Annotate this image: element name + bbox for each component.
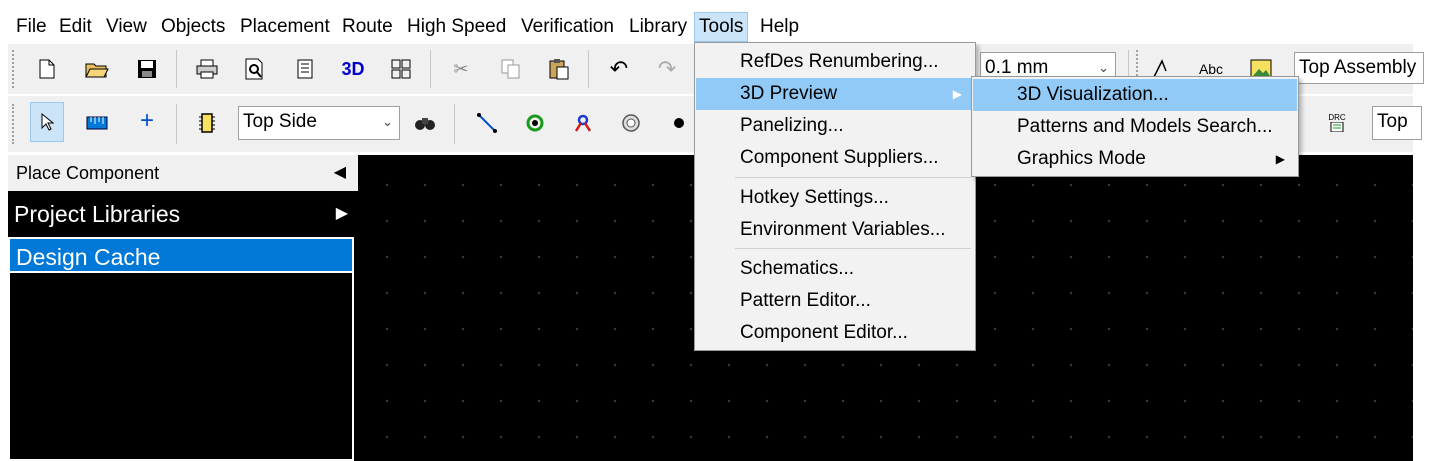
menu-item-graphics-mode[interactable]: Graphics Mode ▶ xyxy=(973,143,1297,175)
menu-tools[interactable]: Tools xyxy=(694,12,749,42)
toolbar-grip[interactable] xyxy=(12,50,15,88)
menu-file[interactable]: File xyxy=(12,12,51,42)
ruler-icon[interactable] xyxy=(82,108,112,138)
menu-edit[interactable]: Edit xyxy=(55,12,96,42)
toolbar-separator xyxy=(454,104,455,144)
menu-help[interactable]: Help xyxy=(756,12,803,42)
pad-icon[interactable] xyxy=(616,108,646,138)
menu-item-refdes-renumbering[interactable]: RefDes Renumbering... xyxy=(696,46,974,78)
component-icon[interactable] xyxy=(192,108,222,138)
toolbar-separator xyxy=(176,50,177,88)
grid-view-icon[interactable] xyxy=(386,54,416,84)
submenu-arrow-icon: ▶ xyxy=(1275,152,1285,166)
layer-value: Top xyxy=(1377,111,1408,132)
collapse-left-icon[interactable]: ◀ xyxy=(334,155,346,191)
library-list-area xyxy=(8,273,354,461)
menu-item-patterns-models-search[interactable]: Patterns and Models Search... xyxy=(973,111,1297,143)
drc-icon[interactable]: DRC xyxy=(1322,108,1352,138)
3d-preview-submenu: 3D Visualization... Patterns and Models … xyxy=(971,76,1299,177)
paste-icon[interactable] xyxy=(544,54,574,84)
board-side-value: Top Side xyxy=(243,111,317,132)
project-libraries-row[interactable]: Project Libraries ▶ xyxy=(8,195,354,233)
undo-icon[interactable]: ↶ xyxy=(604,54,634,84)
via-icon[interactable] xyxy=(520,108,550,138)
submenu-arrow-icon: ▶ xyxy=(952,87,962,101)
select-arrow-icon[interactable] xyxy=(30,102,64,142)
board-side-combo[interactable]: Top Side ⌄ xyxy=(238,106,400,140)
menu-item-3d-preview[interactable]: 3D Preview ▶ xyxy=(696,78,974,110)
menu-library[interactable]: Library xyxy=(625,12,691,42)
report-icon[interactable] xyxy=(290,54,320,84)
place-component-panel: Place Component ◀ Project Libraries ▶ De… xyxy=(8,155,358,461)
3d-view-icon[interactable]: 3D xyxy=(338,54,368,84)
menu-item-panelizing[interactable]: Panelizing... xyxy=(696,110,974,142)
menu-item-schematics[interactable]: Schematics... xyxy=(696,253,974,285)
layer-combo[interactable]: Top xyxy=(1372,106,1422,140)
toolbar-separator xyxy=(588,50,589,88)
assembly-combo[interactable]: Top Assembly xyxy=(1294,52,1424,84)
find-icon[interactable] xyxy=(410,108,440,138)
menu-separator xyxy=(735,248,971,249)
menu-separator xyxy=(735,177,971,178)
menu-item-environment-variables[interactable]: Environment Variables... xyxy=(696,214,974,246)
cut-icon[interactable]: ✂ xyxy=(446,54,476,84)
grid-size-value: 0.1 mm xyxy=(985,57,1049,78)
redo-icon[interactable]: ↷ xyxy=(652,54,682,84)
toolbar-separator xyxy=(430,50,431,88)
menu-placement[interactable]: Placement xyxy=(236,12,334,42)
project-libraries-label: Project Libraries xyxy=(14,201,181,227)
design-cache-label: Design Cache xyxy=(16,244,161,270)
route-tool-icon[interactable] xyxy=(568,108,598,138)
panel-header: Place Component ◀ xyxy=(8,155,358,191)
menu-item-hotkey-settings[interactable]: Hotkey Settings... xyxy=(696,182,974,214)
expand-right-icon: ▶ xyxy=(335,205,348,222)
menu-item-3d-visualization[interactable]: 3D Visualization... xyxy=(973,79,1297,111)
menu-item-graphics-mode-label: Graphics Mode xyxy=(1017,148,1146,169)
menu-bar: File Edit View Objects Placement Route H… xyxy=(0,12,1432,42)
drc-icon-label: DRC xyxy=(1328,113,1346,122)
print-preview-icon[interactable] xyxy=(240,54,270,84)
menu-item-pattern-editor[interactable]: Pattern Editor... xyxy=(696,285,974,317)
menu-item-3d-preview-label: 3D Preview xyxy=(740,83,838,104)
menu-item-component-editor[interactable]: Component Editor... xyxy=(696,317,974,349)
menu-item-component-suppliers[interactable]: Component Suppliers... xyxy=(696,142,974,174)
dot-icon[interactable] xyxy=(664,108,694,138)
toolbar-separator xyxy=(176,104,177,144)
chevron-down-icon: ⌄ xyxy=(382,114,393,129)
copy-icon[interactable] xyxy=(496,54,526,84)
design-cache-row[interactable]: Design Cache xyxy=(8,237,354,273)
crosshair-icon[interactable]: + xyxy=(132,106,162,136)
menu-verification[interactable]: Verification xyxy=(517,12,618,42)
tools-menu: RefDes Renumbering... 3D Preview ▶ Panel… xyxy=(694,42,976,351)
route-line-icon[interactable] xyxy=(472,108,502,138)
open-folder-icon[interactable] xyxy=(82,54,112,84)
panel-title: Place Component xyxy=(16,163,160,183)
print-icon[interactable] xyxy=(192,54,222,84)
menu-objects[interactable]: Objects xyxy=(157,12,229,42)
save-icon[interactable] xyxy=(132,54,162,84)
menu-view[interactable]: View xyxy=(102,12,151,42)
new-file-icon[interactable] xyxy=(32,54,62,84)
assembly-value: Top Assembly xyxy=(1299,57,1417,78)
menu-high-speed[interactable]: High Speed xyxy=(403,12,510,42)
menu-route[interactable]: Route xyxy=(338,12,397,42)
toolbar-grip[interactable] xyxy=(12,104,15,144)
